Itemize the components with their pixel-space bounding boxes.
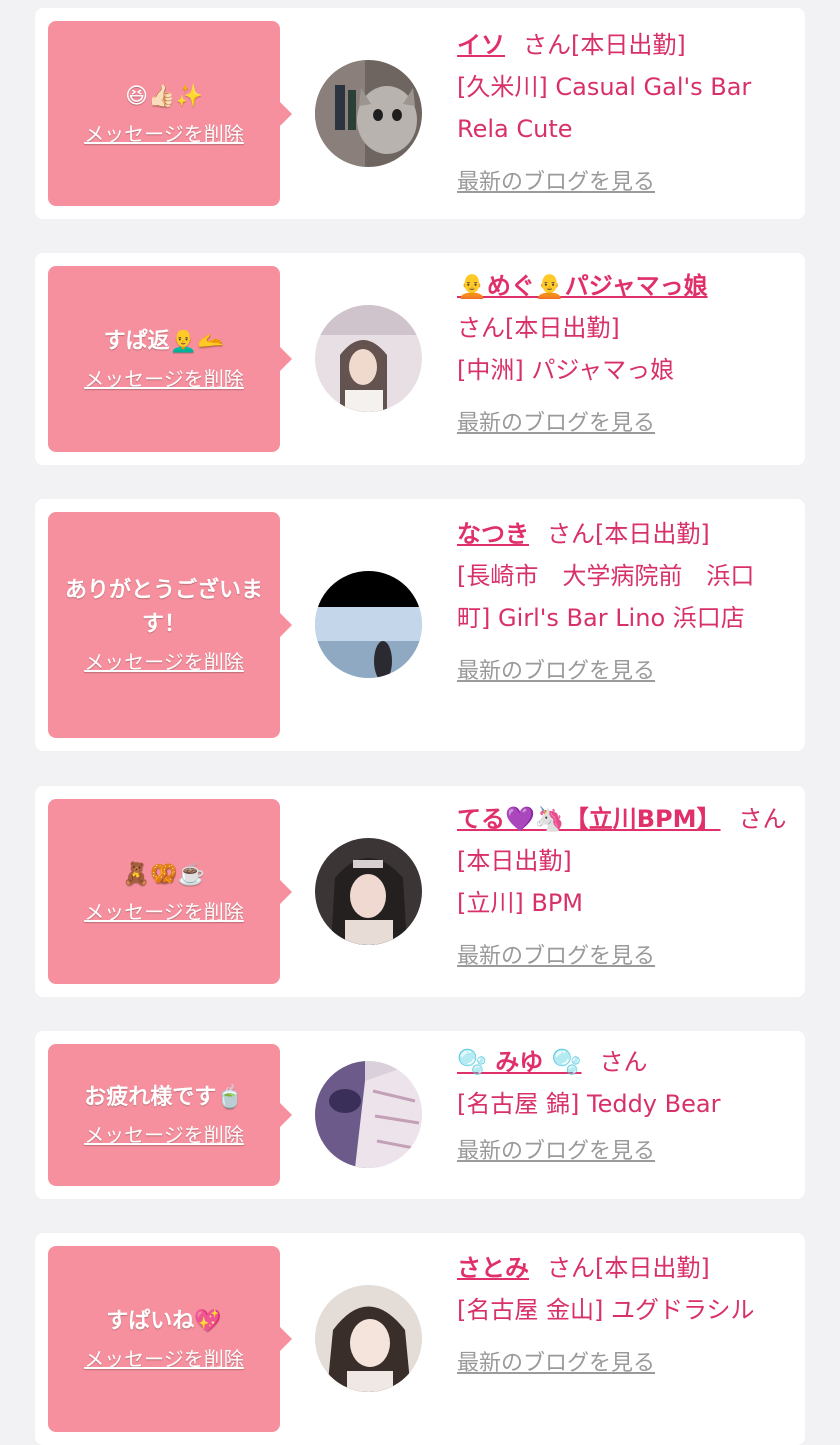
latest-blog-link[interactable]: 最新のブログを見る (457, 162, 655, 204)
cast-name-link[interactable]: イソ (457, 31, 505, 59)
message-card: お疲れ様です🍵 メッセージを削除 🫧 みゆ 🫧 さん [名古屋 錦] Teddy … (35, 1031, 805, 1199)
avatar[interactable] (315, 1285, 422, 1392)
cast-name-link[interactable]: 🫧 みゆ 🫧 (457, 1048, 581, 1076)
honorific: さん (547, 520, 595, 548)
cast-info: てる💜🦄【立川BPM】 さん [本日出勤] [立川] BPM 最新のブログを見る (457, 798, 787, 978)
message-text: すぱいね💖 (106, 1309, 222, 1334)
attendance-status: [本日出勤] (505, 314, 620, 342)
message-bubble: ありがとうございます！ メッセージを削除 (48, 512, 292, 738)
cast-info: イソ さん[本日出勤] [久米川] Casual Gal's Bar Rela C… (457, 24, 787, 204)
avatar[interactable] (315, 305, 422, 412)
attendance-status: [本日出勤] (595, 1254, 710, 1282)
latest-blog-link[interactable]: 最新のブログを見る (457, 403, 655, 445)
message-text: ありがとうございます！ (64, 578, 263, 637)
attendance-status: [本日出勤] (595, 520, 710, 548)
honorific: さん (523, 31, 571, 59)
avatar-image (315, 1061, 422, 1168)
shop-name: [名古屋 錦] Teddy Bear (457, 1090, 721, 1118)
message-card: すぱいね💖 メッセージを削除 さとみ さん[本日出勤] [名古屋 金山] ユグドラ… (35, 1233, 805, 1445)
avatar[interactable] (315, 838, 422, 945)
message-bubble: 🧸🥨☕️ メッセージを削除 (48, 799, 292, 984)
cast-info: さとみ さん[本日出勤] [名古屋 金山] ユグドラシル 最新のブログを見る (457, 1247, 787, 1385)
message-text: 🧸🥨☕️ (122, 861, 206, 887)
delete-message-link[interactable]: メッセージを削除 (84, 648, 244, 676)
message-card: 🧸🥨☕️ メッセージを削除 てる💜🦄【立川BPM】 さん [本日出勤] [立川] B… (35, 786, 805, 997)
honorific: さん (547, 1254, 595, 1282)
latest-blog-link[interactable]: 最新のブログを見る (457, 1343, 655, 1385)
avatar[interactable] (315, 1061, 422, 1168)
avatar-image (315, 305, 422, 412)
cast-info: 🫧 みゆ 🫧 さん [名古屋 錦] Teddy Bear 最新のブログを見る (457, 1041, 787, 1173)
message-card: すぱ返👨‍🦲🫴 メッセージを削除 🧑‍🦲めぐ🧑‍🦲パジャマっ娘 さん[本日出勤]… (35, 253, 805, 465)
message-bubble: お疲れ様です🍵 メッセージを削除 (48, 1044, 292, 1186)
message-text: お疲れ様です🍵 (84, 1085, 244, 1110)
cast-name-link[interactable]: さとみ (457, 1254, 529, 1282)
shop-name: [長崎市 大学病院前 浜口町] Girl's Bar Lino 浜口店 (457, 562, 755, 632)
avatar-image (315, 60, 422, 167)
honorific: さん (599, 1048, 648, 1076)
cast-name-link[interactable]: てる💜🦄【立川BPM】 (457, 805, 721, 833)
cast-name-link[interactable]: なつき (457, 520, 529, 548)
cast-info: 🧑‍🦲めぐ🧑‍🦲パジャマっ娘 さん[本日出勤] [中洲] パジャマっ娘 最新のブ… (457, 265, 787, 445)
message-card: ありがとうございます！ メッセージを削除 なつき さん[本日出勤] [長崎市 大学… (35, 499, 805, 751)
avatar[interactable] (315, 571, 422, 678)
shop-name: [立川] BPM (457, 889, 583, 917)
latest-blog-link[interactable]: 最新のブログを見る (457, 936, 655, 978)
message-bubble: すぱいね💖 メッセージを削除 (48, 1246, 292, 1432)
delete-message-link[interactable]: メッセージを削除 (84, 898, 244, 926)
latest-blog-link[interactable]: 最新のブログを見る (457, 651, 655, 693)
shop-name: [久米川] Casual Gal's Bar Rela Cute (457, 73, 752, 143)
shop-name: [名古屋 金山] ユグドラシル (457, 1296, 755, 1324)
message-bubble: 😆👍🏻✨ メッセージを削除 (48, 21, 292, 206)
cast-name-link[interactable]: 🧑‍🦲めぐ🧑‍🦲パジャマっ娘 (457, 272, 708, 300)
message-list: 😆👍🏻✨ メッセージを削除 イソ さん[本日出勤] [久米川] Casual Ga… (0, 0, 840, 1445)
shop-name: [中洲] パジャマっ娘 (457, 356, 675, 384)
message-bubble: すぱ返👨‍🦲🫴 メッセージを削除 (48, 266, 292, 452)
attendance-status: [本日出勤] (571, 31, 686, 59)
avatar-image (315, 1285, 422, 1392)
message-card: 😆👍🏻✨ メッセージを削除 イソ さん[本日出勤] [久米川] Casual Ga… (35, 8, 805, 219)
avatar-image (315, 571, 422, 678)
latest-blog-link[interactable]: 最新のブログを見る (457, 1131, 655, 1173)
attendance-status: [本日出勤] (457, 847, 572, 875)
delete-message-link[interactable]: メッセージを削除 (84, 1345, 244, 1373)
message-text: 😆👍🏻✨ (125, 83, 203, 109)
delete-message-link[interactable]: メッセージを削除 (84, 365, 244, 393)
avatar[interactable] (315, 60, 422, 167)
honorific: さん (457, 314, 505, 342)
message-text: すぱ返👨‍🦲🫴 (103, 329, 225, 354)
delete-message-link[interactable]: メッセージを削除 (84, 1121, 244, 1149)
cast-info: なつき さん[本日出勤] [長崎市 大学病院前 浜口町] Girl's Bar L… (457, 513, 787, 693)
avatar-image (315, 838, 422, 945)
delete-message-link[interactable]: メッセージを削除 (84, 120, 244, 148)
honorific: さん (738, 805, 787, 833)
